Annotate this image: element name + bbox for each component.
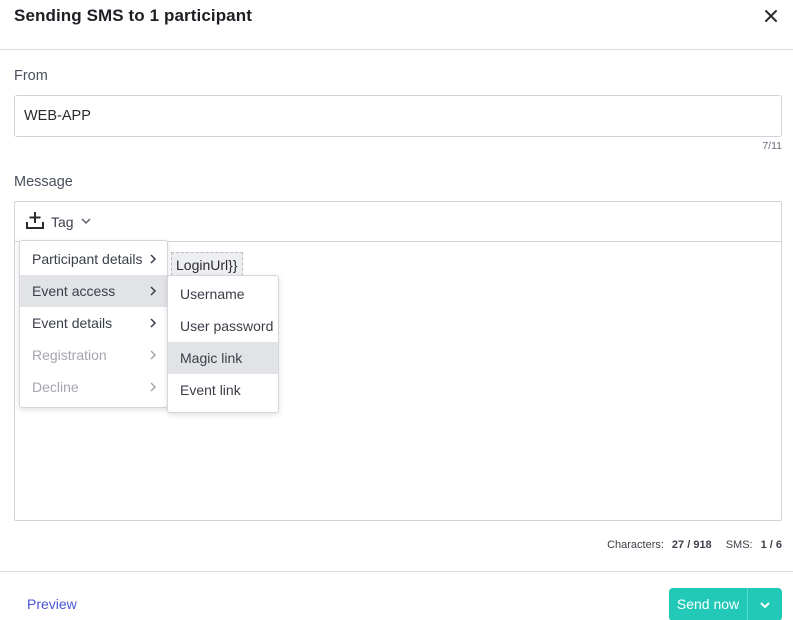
from-input[interactable] — [14, 95, 782, 137]
message-stats: Characters: 27 / 918 SMS: 1 / 6 — [607, 539, 782, 551]
characters-label: Characters: — [607, 539, 664, 551]
modal-footer: Preview Send now — [0, 571, 793, 620]
menu-item-event-details[interactable]: Event details — [20, 307, 167, 339]
modal-header: Sending SMS to 1 participant — [0, 0, 793, 50]
characters-value: 27 / 918 — [671, 539, 712, 551]
submenu-item-magic-link[interactable]: Magic link — [168, 342, 278, 374]
from-char-counter: 7/11 — [762, 140, 782, 152]
chevron-right-icon — [150, 350, 157, 360]
menu-item-registration: Registration — [20, 339, 167, 371]
tag-button-label: Tag — [51, 214, 74, 230]
chevron-right-icon — [150, 254, 157, 264]
modal-title: Sending SMS to 1 participant — [14, 6, 252, 25]
submenu-item-username[interactable]: Username — [168, 278, 278, 310]
chevron-down-icon — [760, 601, 770, 608]
menu-item-participant-details[interactable]: Participant details — [20, 243, 167, 275]
sms-value: 1 / 6 — [760, 539, 782, 551]
send-options-toggle[interactable] — [748, 588, 782, 620]
send-now-button[interactable]: Send now — [669, 588, 748, 620]
tag-button[interactable]: Tag — [25, 211, 92, 234]
from-label: From — [14, 68, 48, 84]
chevron-down-icon — [80, 214, 92, 230]
close-icon[interactable] — [761, 6, 781, 26]
editor-toolbar: Tag — [15, 202, 781, 242]
menu-item-decline: Decline — [20, 371, 167, 403]
menu-item-event-access[interactable]: Event access — [20, 275, 167, 307]
tag-menu: Participant details Event access Event d… — [19, 240, 168, 408]
message-label: Message — [14, 174, 73, 190]
chevron-right-icon — [150, 318, 157, 328]
message-tag-token[interactable]: LoginUrl}} — [171, 252, 243, 276]
insert-icon — [25, 211, 45, 234]
submenu-item-event-link[interactable]: Event link — [168, 374, 278, 406]
preview-link[interactable]: Preview — [27, 596, 77, 612]
send-button-group: Send now — [669, 588, 782, 620]
event-access-submenu: Username User password Magic link Event … — [167, 275, 279, 413]
chevron-right-icon — [150, 382, 157, 392]
chevron-right-icon — [150, 286, 157, 296]
submenu-item-user-password[interactable]: User password — [168, 310, 278, 342]
sms-label: SMS: — [725, 539, 753, 551]
send-sms-modal: Sending SMS to 1 participant From 7/11 M… — [0, 0, 793, 620]
